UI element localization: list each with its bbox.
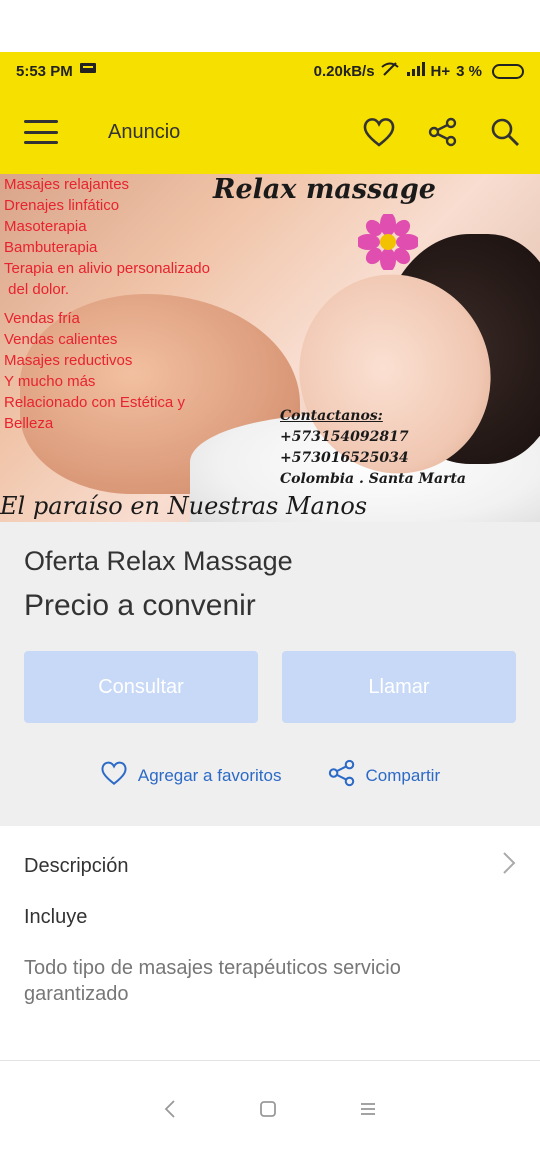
contact-label: Contactanos: xyxy=(280,408,383,424)
back-nav-icon[interactable] xyxy=(163,1099,177,1124)
service-item: Belleza xyxy=(4,415,54,432)
service-item: Drenajes linfático xyxy=(4,197,120,214)
offer-title: Oferta Relax Massage xyxy=(24,546,293,576)
heart-icon[interactable] xyxy=(362,117,396,147)
battery-icon xyxy=(492,63,524,79)
contact-phone: +573016525034 xyxy=(280,450,409,466)
consult-button[interactable]: Consultar xyxy=(24,651,258,723)
ad-image[interactable]: Relax massage Masajes relajantes Drenaje… xyxy=(0,174,540,522)
top-margin xyxy=(0,0,540,52)
service-item: del dolor. xyxy=(4,281,70,298)
contact-phone: +573154092817 xyxy=(280,429,409,445)
add-favorite-link[interactable]: Agregar a favoritos xyxy=(100,760,282,791)
message-icon xyxy=(79,62,97,80)
menu-icon[interactable] xyxy=(24,120,58,144)
contact-location: Colombia . Santa Marta xyxy=(280,471,467,487)
share-label: Compartir xyxy=(365,765,441,785)
share-icon xyxy=(328,759,356,792)
status-bar: 5:53 PM 0.20kB/s H+ 3 % xyxy=(0,52,540,90)
ad-tagline: El paraíso en Nuestras Manos xyxy=(0,492,368,520)
system-nav-bar xyxy=(0,1061,540,1161)
chevron-right-icon xyxy=(502,851,516,881)
service-item: Bambuterapia xyxy=(4,239,98,256)
flower-icon xyxy=(358,214,418,270)
ad-headline: Relax massage xyxy=(213,174,436,205)
description-subheading: Incluye xyxy=(24,906,88,928)
call-button[interactable]: Llamar xyxy=(282,651,516,723)
heart-icon xyxy=(100,760,128,791)
service-item: Vendas calientes xyxy=(4,331,118,348)
search-icon[interactable] xyxy=(490,117,520,147)
status-time: 5:53 PM xyxy=(16,62,73,80)
service-item: Masoterapia xyxy=(4,218,87,235)
description-section: Descripción Incluye Todo tipo de masajes… xyxy=(0,826,540,1060)
page-title: Anuncio xyxy=(108,120,181,143)
service-item: Masajes reductivos xyxy=(4,352,133,369)
share-link[interactable]: Compartir xyxy=(328,759,441,792)
service-item: Vendas fría xyxy=(4,310,80,327)
share-icon[interactable] xyxy=(428,117,458,147)
network-type: H+ xyxy=(430,62,451,80)
ad-contact: Contactanos: +573154092817 +573016525034… xyxy=(280,406,466,490)
app-bar: Anuncio xyxy=(0,90,540,174)
offer-section: Oferta Relax Massage Precio a convenir C… xyxy=(0,522,540,826)
service-item: Y mucho más xyxy=(4,373,96,390)
description-heading: Descripción xyxy=(24,854,129,877)
home-nav-icon[interactable] xyxy=(259,1100,277,1123)
ad-services-list: Masajes relajantes Drenajes linfático Ma… xyxy=(4,174,210,434)
service-item: Masajes relajantes xyxy=(4,176,130,193)
description-header[interactable]: Descripción xyxy=(24,826,516,906)
service-item: Terapia en alivio personalizado xyxy=(4,260,210,277)
network-speed: 0.20kB/s xyxy=(313,62,375,80)
signal-icon xyxy=(405,62,425,80)
wifi-off-icon xyxy=(380,62,399,80)
add-favorite-label: Agregar a favoritos xyxy=(137,765,282,785)
battery-percent: 3 % xyxy=(456,62,482,80)
description-body: Todo tipo de masajes terapéuticos servic… xyxy=(24,957,401,1005)
offer-price: Precio a convenir xyxy=(24,589,256,622)
recents-nav-icon[interactable] xyxy=(359,1101,377,1122)
service-item: Relacionado con Estética y xyxy=(4,394,185,411)
